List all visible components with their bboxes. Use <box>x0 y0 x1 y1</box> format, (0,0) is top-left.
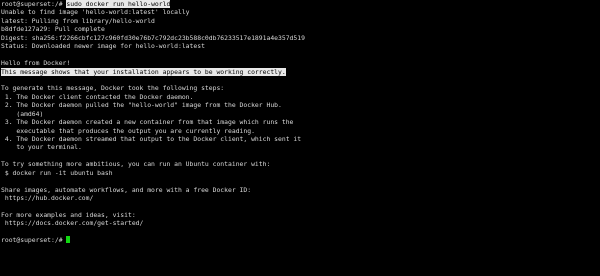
output-line: 1. The Docker client contacted the Docke… <box>1 92 194 101</box>
output-line: 2. The Docker daemon pulled the "hello-w… <box>1 101 282 110</box>
output-line: (amd64) <box>1 109 44 118</box>
output-line: 4. The Docker daemon streamed that outpu… <box>1 135 302 143</box>
output-line: https://docs.docker.com/get-started/ <box>1 219 144 228</box>
output-line: 3. The Docker daemon created a new conta… <box>1 118 294 127</box>
output-line: Status: Downloaded newer image for hello… <box>1 42 205 51</box>
output-line: Digest: sha256:f2266cbfc127c960fd30e76b7… <box>1 33 305 42</box>
highlighted-text: This message shows that your installatio… <box>1 67 286 76</box>
final-prompt: root@superset:/# <box>1 236 67 245</box>
output-line: https://hub.docker.com/ <box>1 194 94 203</box>
command-text: sudo docker run hello-world <box>66 0 171 8</box>
output-line: latest: Pulling from library/hello-world <box>1 16 155 25</box>
output-line: executable that produces the output you … <box>1 126 255 135</box>
command-line: root@superset:/# sudo docker run hello-w… <box>1 0 600 8</box>
command-prompt: root@superset:/# <box>1 0 67 8</box>
output-line: b8dfde127a29: Pull complete <box>1 25 105 34</box>
output-line: For more examples and ideas, visit: <box>1 210 136 219</box>
output-line: To generate this message, Docker took th… <box>1 84 225 93</box>
output-line: Unable to find image 'hello-world:latest… <box>1 8 190 17</box>
input-line[interactable]: root@superset:/# <box>1 236 600 244</box>
output-line: Hello from Docker! <box>1 59 71 68</box>
output-line: to your terminal. <box>1 143 82 152</box>
output-line-highlighted: This message shows that your installatio… <box>1 67 600 76</box>
output-line: To try something more ambitious, you can… <box>1 160 271 169</box>
output-line: Share images, automate workflows, and mo… <box>1 185 252 194</box>
terminal-window[interactable]: root@superset:/# sudo docker run hello-w… <box>0 0 600 276</box>
output-line: $ docker run -it ubuntu bash <box>1 168 113 177</box>
text-cursor[interactable] <box>66 236 71 244</box>
